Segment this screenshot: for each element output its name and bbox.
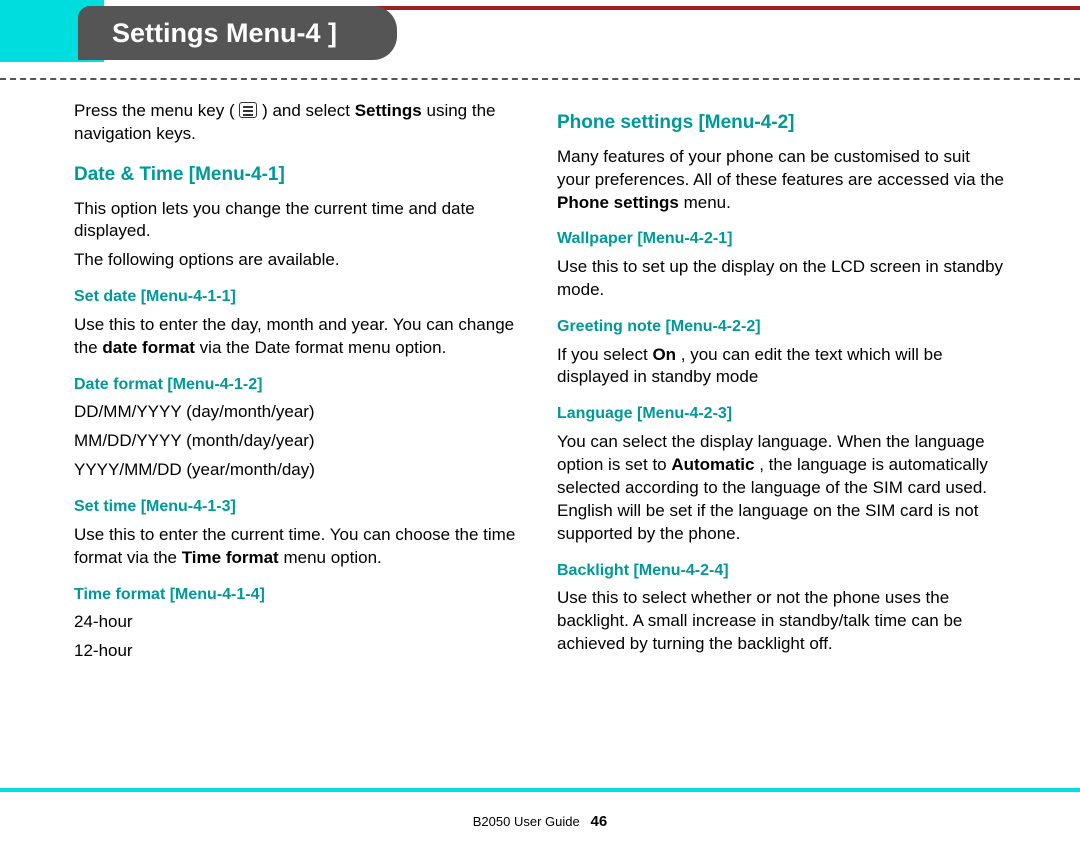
text-bold: Phone settings — [557, 193, 679, 212]
sub-set-date: Set date [Menu-4-1-1] — [74, 286, 523, 308]
dashed-divider — [0, 78, 1080, 80]
text: Press the menu key ( — [74, 101, 239, 120]
paragraph: Many features of your phone can be custo… — [557, 146, 1006, 215]
time-format-option: 24-hour — [74, 611, 523, 634]
text: If you select — [557, 345, 652, 364]
sub-set-time: Set time [Menu-4-1-3] — [74, 496, 523, 518]
page-title: Settings Menu-4 ] — [112, 15, 337, 51]
sub-wallpaper: Wallpaper [Menu-4-2-1] — [557, 228, 1006, 250]
paragraph: This option lets you change the current … — [74, 198, 523, 244]
text-bold: Time format — [182, 548, 279, 567]
footer: B2050 User Guide 46 — [0, 812, 1080, 832]
page-title-tab: Settings Menu-4 ] — [78, 6, 397, 60]
paragraph: Use this to enter the day, month and yea… — [74, 314, 523, 360]
section-phone-settings: Phone settings [Menu-4-2] — [557, 110, 1006, 136]
paragraph: Use this to set up the display on the LC… — [557, 256, 1006, 302]
date-format-option: DD/MM/YYYY (day/month/year) — [74, 401, 523, 424]
time-format-option: 12-hour — [74, 640, 523, 663]
content-columns: Press the menu key ( ) and select Settin… — [0, 94, 1080, 669]
page-header: Settings Menu-4 ] — [0, 0, 1080, 68]
menu-key-icon — [239, 102, 257, 118]
paragraph: Use this to select whether or not the ph… — [557, 587, 1006, 656]
right-column: Phone settings [Menu-4-2] Many features … — [557, 94, 1006, 669]
text: menu option. — [283, 548, 381, 567]
date-format-option: MM/DD/YYYY (month/day/year) — [74, 430, 523, 453]
text: menu. — [684, 193, 731, 212]
text-bold: Automatic — [671, 455, 754, 474]
sub-greeting-note: Greeting note [Menu-4-2-2] — [557, 316, 1006, 338]
text: via the Date format menu option. — [200, 338, 447, 357]
paragraph: You can select the display language. Whe… — [557, 431, 1006, 546]
intro-paragraph: Press the menu key ( ) and select Settin… — [74, 100, 523, 146]
paragraph: Use this to enter the current time. You … — [74, 524, 523, 570]
sub-language: Language [Menu-4-2-3] — [557, 403, 1006, 425]
section-date-time: Date & Time [Menu-4-1] — [74, 162, 523, 188]
page-number: 46 — [591, 813, 608, 830]
text: ) and select — [262, 101, 355, 120]
text-bold: On — [652, 345, 676, 364]
paragraph: If you select On , you can edit the text… — [557, 344, 1006, 390]
sub-date-format: Date format [Menu-4-1-2] — [74, 374, 523, 396]
text: Many features of your phone can be custo… — [557, 147, 1004, 189]
left-column: Press the menu key ( ) and select Settin… — [74, 94, 523, 669]
date-format-option: YYYY/MM/DD (year/month/day) — [74, 459, 523, 482]
footer-guide: B2050 User Guide — [473, 814, 580, 829]
text-bold: Settings — [355, 101, 422, 120]
sub-backlight: Backlight [Menu-4-2-4] — [557, 560, 1006, 582]
text-bold: date format — [102, 338, 195, 357]
footer-divider — [0, 788, 1080, 792]
paragraph: The following options are available. — [74, 249, 523, 272]
sub-time-format: Time format [Menu-4-1-4] — [74, 584, 523, 606]
